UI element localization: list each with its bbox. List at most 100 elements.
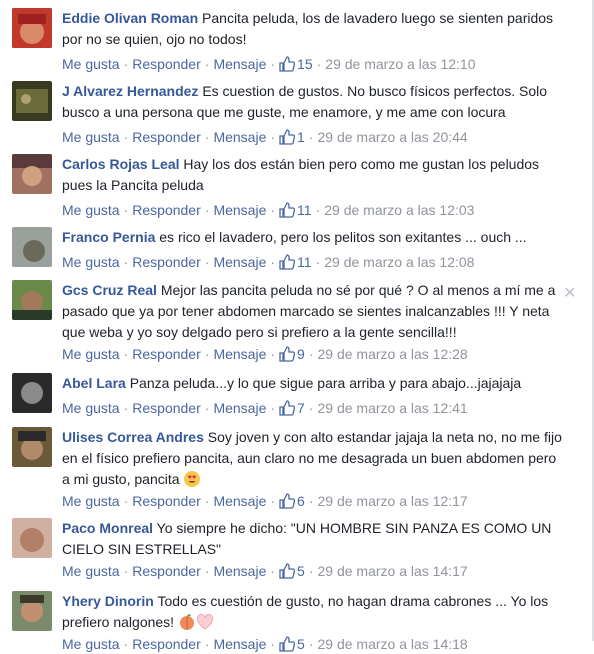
- comment-author[interactable]: Yhery Dinorin: [62, 593, 154, 609]
- comment-author[interactable]: Eddie Olivan Roman: [62, 10, 198, 26]
- thumbs-up-icon: [279, 636, 296, 652]
- reply-link[interactable]: Responder: [132, 346, 201, 362]
- thumbs-up-icon: [279, 400, 296, 416]
- like-count[interactable]: 15: [279, 56, 313, 72]
- reply-link[interactable]: Responder: [132, 254, 201, 270]
- reply-link[interactable]: Responder: [132, 56, 201, 72]
- reply-link[interactable]: Responder: [132, 563, 201, 579]
- avatar[interactable]: [12, 81, 52, 121]
- thumbs-up-icon: [279, 493, 296, 509]
- like-count[interactable]: 9: [279, 346, 305, 362]
- reply-link[interactable]: Responder: [132, 202, 201, 218]
- comment-body: Franco Pernia es rico el lavadero, pero …: [62, 227, 562, 248]
- comment-body: Abel Lara Panza peluda...y lo que sigue …: [62, 373, 562, 394]
- avatar[interactable]: [12, 427, 52, 467]
- timestamp[interactable]: 29 de marzo a las 12:41: [318, 400, 468, 416]
- like-count-value: 15: [297, 56, 313, 72]
- comment-text: Panza peluda...y lo que sigue para arrib…: [129, 375, 522, 391]
- like-count-value: 11: [297, 202, 312, 218]
- like-count-value: 5: [297, 636, 305, 652]
- reply-link[interactable]: Responder: [132, 400, 201, 416]
- avatar[interactable]: [12, 518, 52, 558]
- comment-author[interactable]: Abel Lara: [62, 375, 126, 391]
- comment-actions: Me gusta · Responder · Mensaje · 15 · 29 de marz…: [62, 56, 476, 72]
- comment-author[interactable]: Carlos Rojas Leal: [62, 156, 180, 172]
- like-link[interactable]: Me gusta: [62, 636, 120, 652]
- comment-body: J Alvarez Hernandez Es cuestion de gusto…: [62, 81, 562, 123]
- message-link[interactable]: Mensaje: [213, 563, 266, 579]
- like-link[interactable]: Me gusta: [62, 129, 120, 145]
- avatar[interactable]: [12, 591, 52, 631]
- avatar[interactable]: [12, 154, 52, 194]
- timestamp[interactable]: 29 de marzo a las 12:03: [324, 202, 474, 218]
- like-count-value: 7: [297, 400, 305, 416]
- thumbs-up-icon: [279, 202, 296, 218]
- timestamp[interactable]: 29 de marzo a las 14:17: [318, 563, 468, 579]
- thumbs-up-icon: [279, 129, 296, 145]
- comment-author[interactable]: Paco Monreal: [62, 520, 153, 536]
- comment-actions: Me gusta · Responder · Mensaje · 5 · 29 de marzo…: [62, 563, 468, 579]
- comment-author[interactable]: Gcs Cruz Real: [62, 282, 157, 298]
- like-count[interactable]: 5: [279, 636, 305, 652]
- peach-emoji: [179, 614, 194, 630]
- heart-eyes-emoji: [184, 471, 201, 487]
- like-count[interactable]: 6: [279, 493, 305, 509]
- avatar[interactable]: [12, 373, 52, 413]
- like-link[interactable]: Me gusta: [62, 254, 120, 270]
- timestamp[interactable]: 29 de marzo a las 20:44: [318, 129, 468, 145]
- comment-author[interactable]: J Alvarez Hernandez: [62, 83, 198, 99]
- thumbs-up-icon: [279, 254, 296, 270]
- like-count-value: 9: [297, 346, 305, 362]
- reply-link[interactable]: Responder: [132, 129, 201, 145]
- like-link[interactable]: Me gusta: [62, 202, 120, 218]
- comment-author[interactable]: Ulises Correa Andres: [62, 429, 204, 445]
- heart-emoji: [197, 614, 213, 630]
- like-link[interactable]: Me gusta: [62, 493, 120, 509]
- like-count[interactable]: 7: [279, 400, 305, 416]
- like-count[interactable]: 11: [279, 202, 312, 218]
- like-link[interactable]: Me gusta: [62, 400, 120, 416]
- avatar[interactable]: [12, 8, 52, 48]
- avatar[interactable]: [12, 227, 52, 267]
- thumbs-up-icon: [279, 563, 296, 579]
- comment-author[interactable]: Franco Pernia: [62, 229, 155, 245]
- comment-actions: Me gusta · Responder · Mensaje · 5 · 29 de marzo…: [62, 636, 468, 652]
- avatar[interactable]: [12, 280, 52, 320]
- like-link[interactable]: Me gusta: [62, 563, 120, 579]
- comment-body: Ulises Correa Andres Soy joven y con alt…: [62, 427, 562, 490]
- like-count[interactable]: 5: [279, 563, 305, 579]
- like-count-value: 6: [297, 493, 305, 509]
- comment-body: Paco Monreal Yo siempre he dicho: "UN HO…: [62, 518, 562, 560]
- timestamp[interactable]: 29 de marzo a las 12:10: [325, 56, 475, 72]
- comment-body: Gcs Cruz Real Mejor las pancita peluda n…: [62, 280, 562, 343]
- reply-link[interactable]: Responder: [132, 493, 201, 509]
- like-count-value: 5: [297, 563, 305, 579]
- like-count[interactable]: 1: [279, 129, 305, 145]
- like-link[interactable]: Me gusta: [62, 346, 120, 362]
- comment-text: es rico el lavadero, pero los pelitos so…: [159, 229, 527, 245]
- message-link[interactable]: Mensaje: [213, 493, 266, 509]
- close-icon[interactable]: ✕: [563, 283, 576, 303]
- message-link[interactable]: Mensaje: [213, 636, 266, 652]
- like-count[interactable]: 11: [279, 254, 312, 270]
- message-link[interactable]: Mensaje: [213, 400, 266, 416]
- comment-actions: Me gusta · Responder · Mensaje · 9 · 29 de marzo…: [62, 346, 468, 362]
- reply-link[interactable]: Responder: [132, 636, 201, 652]
- message-link[interactable]: Mensaje: [213, 202, 266, 218]
- timestamp[interactable]: 29 de marzo a las 12:17: [318, 493, 468, 509]
- like-link[interactable]: Me gusta: [62, 56, 120, 72]
- timestamp[interactable]: 29 de marzo a las 12:28: [318, 346, 468, 362]
- comment-actions: Me gusta · Responder · Mensaje · 11 · 29 de marz…: [62, 254, 475, 270]
- timestamp[interactable]: 29 de marzo a las 12:08: [324, 254, 474, 270]
- comment-actions: Me gusta · Responder · Mensaje · 6 · 29 de marzo…: [62, 493, 468, 509]
- comment-body: Carlos Rojas Leal Hay los dos están bien…: [62, 154, 562, 196]
- thumbs-up-icon: [279, 56, 296, 72]
- message-link[interactable]: Mensaje: [213, 56, 266, 72]
- thumbs-up-icon: [279, 346, 296, 362]
- message-link[interactable]: Mensaje: [213, 346, 266, 362]
- comment-body: Yhery Dinorin Todo es cuestión de gusto,…: [62, 591, 562, 633]
- comment-actions: Me gusta · Responder · Mensaje · 11 · 29 de marz…: [62, 202, 475, 218]
- message-link[interactable]: Mensaje: [213, 129, 266, 145]
- message-link[interactable]: Mensaje: [213, 254, 266, 270]
- timestamp[interactable]: 29 de marzo a las 14:18: [318, 636, 468, 652]
